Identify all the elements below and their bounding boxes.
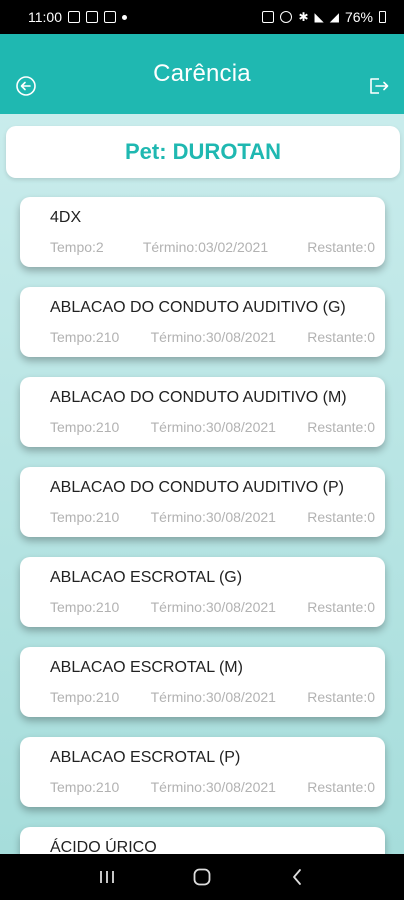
list-item[interactable]: ABLACAO DO CONDUTO AUDITIVO (P) Tempo:21… (20, 467, 385, 537)
item-name: ABLACAO DO CONDUTO AUDITIVO (P) (50, 479, 344, 496)
item-tempo: Tempo:210 (50, 509, 120, 525)
app-header: Carência (0, 34, 404, 114)
item-termino: Término:03/02/2021 (142, 239, 269, 255)
list-item[interactable]: ABLACAO DO CONDUTO AUDITIVO (M) Tempo:21… (20, 377, 385, 447)
item-restante: Restante:0 (307, 239, 375, 255)
back-arrow-circle-icon[interactable] (14, 74, 38, 98)
pet-label: Pet: DUROTAN (124, 139, 282, 164)
pet-card: Pet: DUROTAN (6, 126, 400, 178)
list-item[interactable]: 4DX Tempo:2 Término:03/02/2021 Restante:… (20, 197, 385, 267)
battery-icon (379, 11, 386, 23)
item-restante: Restante:0 (307, 599, 375, 615)
gallery-notification-icon (68, 11, 80, 23)
status-bar: 11:00 ✱ ◣ ◢ 76% (0, 0, 404, 34)
wifi-icon: ◣ (314, 10, 324, 24)
system-nav-bar (0, 854, 404, 900)
list-item[interactable]: ABLACAO ESCROTAL (G) Tempo:210 Término:3… (20, 557, 385, 627)
item-name: 4DX (50, 209, 82, 226)
list-item[interactable]: ABLACAO DO CONDUTO AUDITIVO (G) Tempo:21… (20, 287, 385, 357)
item-restante: Restante:0 (307, 509, 375, 525)
back-chevron-icon (292, 869, 301, 885)
bluetooth-icon: ✱ (298, 10, 309, 24)
back-button[interactable] (282, 862, 312, 892)
item-restante: Restante:0 (307, 689, 375, 705)
home-icon (193, 868, 211, 886)
more-notifications-icon (122, 14, 127, 20)
item-name: ABLACAO ESCROTAL (G) (50, 569, 243, 586)
item-restante: Restante:0 (307, 779, 375, 795)
item-termino: Término:30/08/2021 (150, 419, 276, 435)
recents-button[interactable] (92, 862, 122, 892)
item-name: ABLACAO ESCROTAL (M) (50, 659, 243, 676)
item-tempo: Tempo:2 (50, 239, 104, 255)
item-name: ÁCIDO ÚRICO (50, 839, 157, 854)
item-name: ABLACAO ESCROTAL (P) (50, 749, 241, 766)
app-notification-icon (104, 11, 116, 23)
item-termino: Término:30/08/2021 (150, 779, 276, 795)
list-item[interactable]: ABLACAO ESCROTAL (P) Tempo:210 Término:3… (20, 737, 385, 807)
alarm-icon (280, 11, 293, 23)
carencia-list[interactable]: 4DX Tempo:2 Término:03/02/2021 Restante:… (20, 197, 385, 854)
item-termino: Término:30/08/2021 (150, 689, 276, 705)
item-termino: Término:30/08/2021 (150, 599, 276, 615)
item-restante: Restante:0 (307, 329, 375, 345)
home-button[interactable] (187, 862, 217, 892)
item-termino: Término:30/08/2021 (150, 329, 276, 345)
item-tempo: Tempo:210 (50, 419, 120, 435)
list-item[interactable]: ÁCIDO ÚRICO (20, 827, 385, 854)
logout-icon[interactable] (366, 74, 390, 98)
item-name: ABLACAO DO CONDUTO AUDITIVO (G) (50, 299, 346, 316)
status-time: 11:00 (28, 9, 62, 25)
item-name: ABLACAO DO CONDUTO AUDITIVO (M) (50, 389, 347, 406)
bag-notification-icon (86, 11, 98, 23)
item-tempo: Tempo:210 (50, 779, 120, 795)
battery-level: 76% (344, 9, 373, 25)
item-termino: Término:30/08/2021 (150, 509, 276, 525)
recents-icon (100, 871, 115, 883)
item-tempo: Tempo:210 (50, 599, 120, 615)
item-tempo: Tempo:210 (50, 329, 120, 345)
lock-icon (262, 11, 275, 23)
page-title: Carência (153, 60, 251, 87)
item-restante: Restante:0 (307, 419, 375, 435)
content-area[interactable]: Pet: DUROTAN 4DX Tempo:2 Término:03/02/2… (0, 114, 404, 854)
signal-icon: ◢ (329, 10, 339, 24)
list-item[interactable]: ABLACAO ESCROTAL (M) Tempo:210 Término:3… (20, 647, 385, 717)
item-tempo: Tempo:210 (50, 689, 120, 705)
